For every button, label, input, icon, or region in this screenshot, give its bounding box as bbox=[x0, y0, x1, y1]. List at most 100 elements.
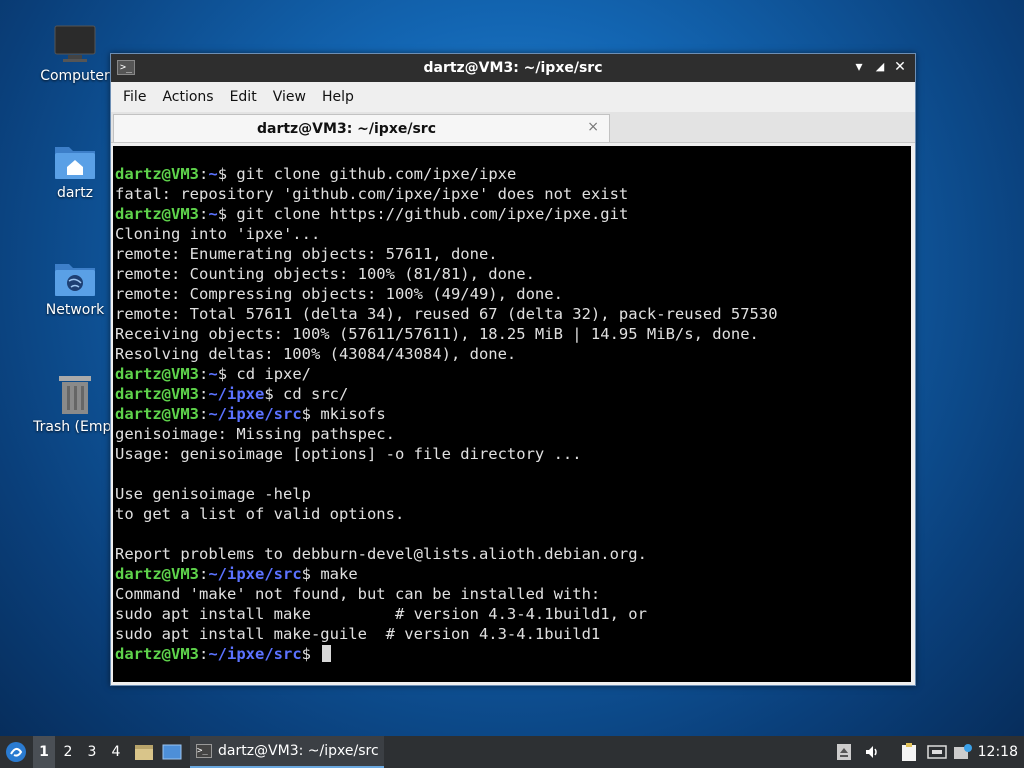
terminal-output[interactable]: dartz@VM3:~$ git clone github.com/ipxe/i… bbox=[113, 146, 911, 682]
output-line: sudo apt install make-guile # version 4.… bbox=[115, 624, 911, 644]
show-desktop-icon bbox=[162, 744, 182, 760]
prompt-line: dartz@VM3:~/ipxe/src$ bbox=[115, 644, 911, 664]
prompt-path: ~/ipxe bbox=[208, 385, 265, 403]
output-text: genisoimage: Missing pathspec. bbox=[115, 425, 395, 443]
output-line: Resolving deltas: 100% (43084/43084), do… bbox=[115, 344, 911, 364]
window-title: dartz@VM3: ~/ipxe/src bbox=[423, 60, 603, 76]
terminal-lines: dartz@VM3:~$ git clone github.com/ipxe/i… bbox=[113, 146, 911, 664]
file-manager-icon bbox=[135, 745, 153, 760]
menu-file[interactable]: File bbox=[115, 89, 154, 105]
prompt-user: dartz@VM3 bbox=[115, 365, 199, 383]
quicklaunch-files[interactable] bbox=[133, 736, 155, 768]
prompt-line: dartz@VM3:~/ipxe$ cd src/ bbox=[115, 384, 911, 404]
prompt-symbol: $ bbox=[301, 565, 312, 583]
output-text: fatal: repository 'github.com/ipxe/ipxe'… bbox=[115, 185, 629, 203]
output-text: remote: Compressing objects: 100% (49/49… bbox=[115, 285, 563, 303]
prompt-path: ~ bbox=[208, 205, 218, 223]
terminal-tab[interactable]: dartz@VM3: ~/ipxe/src × bbox=[113, 114, 610, 142]
clock[interactable]: 12:18 bbox=[978, 736, 1018, 768]
prompt-separator: : bbox=[199, 365, 209, 383]
output-text: to get a list of valid options. bbox=[115, 505, 405, 523]
workspace-4[interactable]: 4 bbox=[105, 736, 127, 768]
output-line: fatal: repository 'github.com/ipxe/ipxe'… bbox=[115, 184, 911, 204]
command-text: make bbox=[311, 565, 358, 583]
update-icon bbox=[954, 744, 972, 759]
close-button[interactable]: ✕ bbox=[892, 59, 908, 75]
text-cursor bbox=[322, 645, 332, 662]
tray-clipboard[interactable] bbox=[834, 736, 854, 768]
tray-volume[interactable] bbox=[862, 736, 882, 768]
command-text: cd ipxe/ bbox=[227, 365, 312, 383]
prompt-separator: : bbox=[199, 565, 209, 583]
prompt-symbol: $ bbox=[301, 405, 312, 423]
desktop-icon-label: Trash (Empt bbox=[33, 419, 117, 435]
output-line: Receiving objects: 100% (57611/57611), 1… bbox=[115, 324, 911, 344]
output-line: Cloning into 'ipxe'... bbox=[115, 224, 911, 244]
menu-actions[interactable]: Actions bbox=[154, 89, 221, 105]
prompt-path: ~ bbox=[208, 165, 218, 183]
tray-network[interactable] bbox=[926, 736, 948, 768]
prompt-symbol: $ bbox=[264, 385, 274, 403]
terminal-window: >_ dartz@VM3: ~/ipxe/src ▾ ◢ ✕ File Acti… bbox=[110, 53, 916, 686]
prompt-line: dartz@VM3:~$ cd ipxe/ bbox=[115, 364, 911, 384]
output-line: genisoimage: Missing pathspec. bbox=[115, 424, 911, 444]
output-line: Command 'make' not found, but can be ins… bbox=[115, 584, 911, 604]
output-line: sudo apt install make # version 4.3-4.1b… bbox=[115, 604, 911, 624]
taskbar: 1 2 3 4 >_ dartz@VM3: ~/ipxe/src 12:18 bbox=[0, 736, 1024, 768]
app-menu-icon bbox=[6, 742, 26, 762]
workspace-1[interactable]: 1 bbox=[33, 736, 55, 768]
output-text: sudo apt install make-guile # version 4.… bbox=[115, 625, 601, 643]
tray-updates[interactable] bbox=[952, 736, 974, 768]
tab-bar: dartz@VM3: ~/ipxe/src × bbox=[111, 112, 915, 143]
menu-view[interactable]: View bbox=[265, 89, 314, 105]
output-text: Cloning into 'ipxe'... bbox=[115, 225, 321, 243]
network-folder-icon bbox=[55, 264, 95, 296]
prompt-path: ~ bbox=[208, 365, 218, 383]
menu-help[interactable]: Help bbox=[314, 89, 362, 105]
prompt-user: dartz@VM3 bbox=[115, 385, 199, 403]
tray-notes[interactable] bbox=[898, 736, 920, 768]
prompt-symbol: $ bbox=[217, 205, 228, 223]
task-label: dartz@VM3: ~/ipxe/src bbox=[218, 743, 379, 759]
trash-icon bbox=[59, 376, 91, 414]
prompt-symbol: $ bbox=[217, 365, 228, 383]
taskbar-task-terminal[interactable]: >_ dartz@VM3: ~/ipxe/src bbox=[190, 736, 384, 768]
menu-edit[interactable]: Edit bbox=[222, 89, 265, 105]
home-folder-icon bbox=[55, 147, 95, 179]
minimize-button[interactable]: ▾ bbox=[851, 59, 867, 75]
output-text: remote: Counting objects: 100% (81/81), … bbox=[115, 265, 535, 283]
output-text: remote: Enumerating objects: 57611, done… bbox=[115, 245, 498, 263]
prompt-user: dartz@VM3 bbox=[115, 405, 199, 423]
maximize-button[interactable]: ◢ bbox=[872, 59, 888, 75]
tab-close-icon[interactable]: × bbox=[587, 119, 599, 135]
prompt-path: ~/ipxe/src bbox=[208, 565, 302, 583]
prompt-user: dartz@VM3 bbox=[115, 165, 199, 183]
command-text: git clone github.com/ipxe/ipxe bbox=[227, 165, 517, 183]
window-titlebar[interactable]: >_ dartz@VM3: ~/ipxe/src ▾ ◢ ✕ bbox=[111, 54, 915, 82]
output-line: to get a list of valid options. bbox=[115, 504, 911, 524]
start-menu-button[interactable] bbox=[2, 736, 30, 768]
tab-label: dartz@VM3: ~/ipxe/src bbox=[256, 121, 437, 137]
output-text: sudo apt install make # version 4.3-4.1b… bbox=[115, 605, 647, 623]
prompt-symbol: $ bbox=[217, 165, 228, 183]
command-text: git clone https://github.com/ipxe/ipxe.g… bbox=[227, 205, 629, 223]
volume-icon bbox=[866, 746, 877, 758]
workspace-3[interactable]: 3 bbox=[81, 736, 103, 768]
output-line: Use genisoimage -help bbox=[115, 484, 911, 504]
output-line: remote: Enumerating objects: 57611, done… bbox=[115, 244, 911, 264]
output-text: Command 'make' not found, but can be ins… bbox=[115, 585, 601, 603]
prompt-line: dartz@VM3:~$ git clone github.com/ipxe/i… bbox=[115, 164, 911, 184]
network-icon bbox=[927, 745, 947, 759]
prompt-separator: : bbox=[199, 165, 209, 183]
eject-icon bbox=[837, 744, 851, 760]
prompt-user: dartz@VM3 bbox=[115, 205, 199, 223]
prompt-line: dartz@VM3:~/ipxe/src$ mkisofs bbox=[115, 404, 911, 424]
desktop-icon-label: dartz bbox=[56, 185, 94, 201]
monitor-icon bbox=[54, 25, 96, 62]
output-text: Report problems to debburn-devel@lists.a… bbox=[115, 545, 647, 563]
show-desktop-button[interactable] bbox=[161, 736, 183, 768]
output-line: Report problems to debburn-devel@lists.a… bbox=[115, 544, 911, 564]
clipboard-icon bbox=[902, 743, 916, 761]
workspace-2[interactable]: 2 bbox=[57, 736, 79, 768]
